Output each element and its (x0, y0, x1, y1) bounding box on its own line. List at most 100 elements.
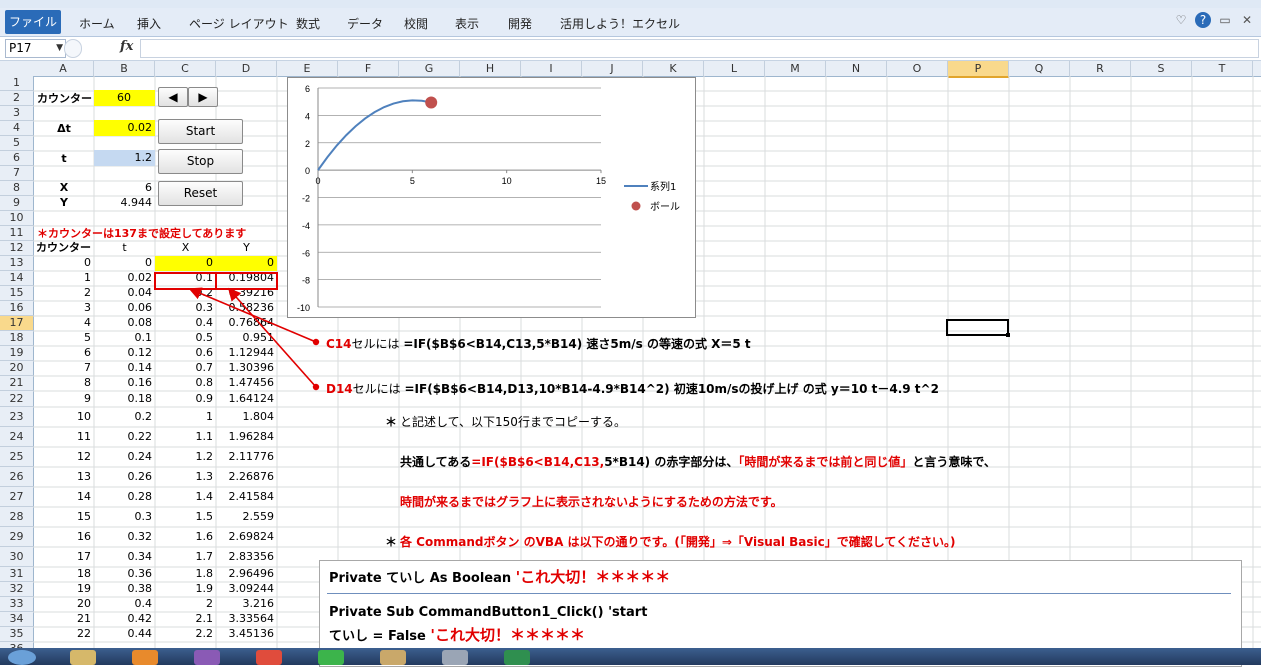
row-header-3[interactable]: 3 (0, 106, 33, 121)
table-cell[interactable]: 20 (33, 597, 94, 612)
row-header-6[interactable]: 6 (0, 151, 33, 166)
table-cell[interactable]: 0 (94, 256, 155, 271)
table-cell[interactable]: 0.4 (94, 597, 155, 612)
table-cell[interactable]: 0.38 (94, 582, 155, 597)
table-header-3[interactable]: Y (216, 241, 277, 256)
column-header-T[interactable]: T (1192, 61, 1253, 76)
row-header-7[interactable]: 7 (0, 166, 33, 181)
explorer-icon[interactable] (70, 650, 96, 665)
x-value[interactable]: 6 (94, 181, 155, 195)
table-cell[interactable]: 1.7 (155, 547, 216, 567)
table-cell[interactable]: 0 (216, 256, 277, 271)
column-header-G[interactable]: G (399, 61, 460, 76)
table-cell[interactable]: 19 (33, 582, 94, 597)
window-restore-icon[interactable]: ▭ (1217, 12, 1233, 28)
row-header-8[interactable]: 8 (0, 181, 33, 196)
table-cell[interactable]: 1.12944 (216, 346, 277, 361)
formula-input[interactable] (140, 39, 1259, 58)
table-cell[interactable]: 8 (33, 376, 94, 391)
column-header-I[interactable]: I (521, 61, 582, 76)
table-cell[interactable]: 0.36 (94, 567, 155, 582)
table-cell[interactable]: 2.11776 (216, 447, 277, 467)
row-header-22[interactable]: 22 (0, 391, 33, 407)
table-cell[interactable]: 0.76864 (216, 316, 277, 331)
formula-bar-toggle-icon[interactable] (64, 39, 82, 58)
tab-file[interactable]: ファイル (5, 10, 61, 34)
table-cell[interactable]: 1.2 (155, 447, 216, 467)
table-cell[interactable]: 0.9 (155, 391, 216, 407)
table-cell[interactable]: 0.12 (94, 346, 155, 361)
table-header-0[interactable]: カウンター (33, 241, 94, 256)
row-header-23[interactable]: 23 (0, 407, 33, 427)
column-header-N[interactable]: N (826, 61, 887, 76)
table-cell[interactable]: 0.24 (94, 447, 155, 467)
column-header-D[interactable]: D (216, 61, 277, 76)
excel-icon[interactable] (504, 650, 530, 665)
table-cell[interactable]: 0.04 (94, 286, 155, 301)
chrome-icon[interactable] (256, 650, 282, 665)
table-cell[interactable]: 2 (33, 286, 94, 301)
column-header-J[interactable]: J (582, 61, 643, 76)
row-header-14[interactable]: 14 (0, 271, 33, 286)
row-header-28[interactable]: 28 (0, 507, 33, 527)
table-cell[interactable]: 13 (33, 467, 94, 487)
tab-insert[interactable]: 挿入 (137, 15, 161, 32)
table-cell[interactable]: 10 (33, 407, 94, 427)
table-cell[interactable]: 0.951 (216, 331, 277, 346)
column-header-B[interactable]: B (94, 61, 155, 76)
tab-developer[interactable]: 開発 (508, 15, 532, 32)
table-cell[interactable]: 0.7 (155, 361, 216, 376)
row-header-5[interactable]: 5 (0, 136, 33, 151)
column-header-Q[interactable]: Q (1009, 61, 1070, 76)
table-cell[interactable]: 0.02 (94, 271, 155, 286)
table-cell[interactable]: 0.39216 (216, 286, 277, 301)
table-cell[interactable]: 3.33564 (216, 612, 277, 627)
table-cell[interactable]: 18 (33, 567, 94, 582)
row-header-11[interactable]: 11 (0, 226, 33, 241)
table-cell[interactable]: 0.16 (94, 376, 155, 391)
table-cell[interactable]: 1.3 (155, 467, 216, 487)
reset-button[interactable]: Reset (158, 181, 243, 206)
tab-custom[interactable]: 活用しよう！エクセル (560, 15, 680, 32)
table-cell[interactable]: 1.9 (155, 582, 216, 597)
column-header-E[interactable]: E (277, 61, 338, 76)
row-header-30[interactable]: 30 (0, 547, 33, 567)
table-cell[interactable]: 1.6 (155, 527, 216, 547)
table-cell[interactable]: 12 (33, 447, 94, 467)
table-cell[interactable]: 0 (155, 256, 216, 271)
column-header-C[interactable]: C (155, 61, 216, 76)
table-cell[interactable]: 2.26876 (216, 467, 277, 487)
table-cell[interactable]: 0.8 (155, 376, 216, 391)
tab-formulas[interactable]: 数式 (296, 15, 320, 32)
table-cell[interactable]: 3.216 (216, 597, 277, 612)
table-cell[interactable]: 15 (33, 507, 94, 527)
start-button[interactable]: Start (158, 119, 243, 144)
row-header-21[interactable]: 21 (0, 376, 33, 391)
table-cell[interactable]: 0.14 (94, 361, 155, 376)
row-header-2[interactable]: 2 (0, 91, 33, 106)
paint-icon[interactable] (380, 650, 406, 665)
table-cell[interactable]: 11 (33, 427, 94, 447)
column-header-F[interactable]: F (338, 61, 399, 76)
t-value[interactable]: 1.2 (94, 150, 155, 166)
table-cell[interactable]: 0.1 (94, 331, 155, 346)
table-header-2[interactable]: X (155, 241, 216, 256)
table-cell[interactable]: 2.559 (216, 507, 277, 527)
tab-home[interactable]: ホーム (79, 15, 115, 32)
line-icon[interactable] (318, 650, 344, 665)
name-box[interactable]: P17 ▼ (5, 39, 66, 58)
start-orb-icon[interactable] (8, 650, 36, 665)
table-cell[interactable]: 3.45136 (216, 627, 277, 642)
column-header-M[interactable]: M (765, 61, 826, 76)
table-cell[interactable]: 0.19804 (216, 271, 277, 286)
table-cell[interactable]: 9 (33, 391, 94, 407)
spin-left-button[interactable]: ◀ (158, 87, 188, 107)
row-header-34[interactable]: 34 (0, 612, 33, 627)
table-cell[interactable]: 0.44 (94, 627, 155, 642)
table-cell[interactable]: 2.96496 (216, 567, 277, 582)
table-cell[interactable]: 2 (155, 597, 216, 612)
office-icon[interactable] (132, 650, 158, 665)
column-header-S[interactable]: S (1131, 61, 1192, 76)
table-cell[interactable]: 21 (33, 612, 94, 627)
column-header-H[interactable]: H (460, 61, 521, 76)
